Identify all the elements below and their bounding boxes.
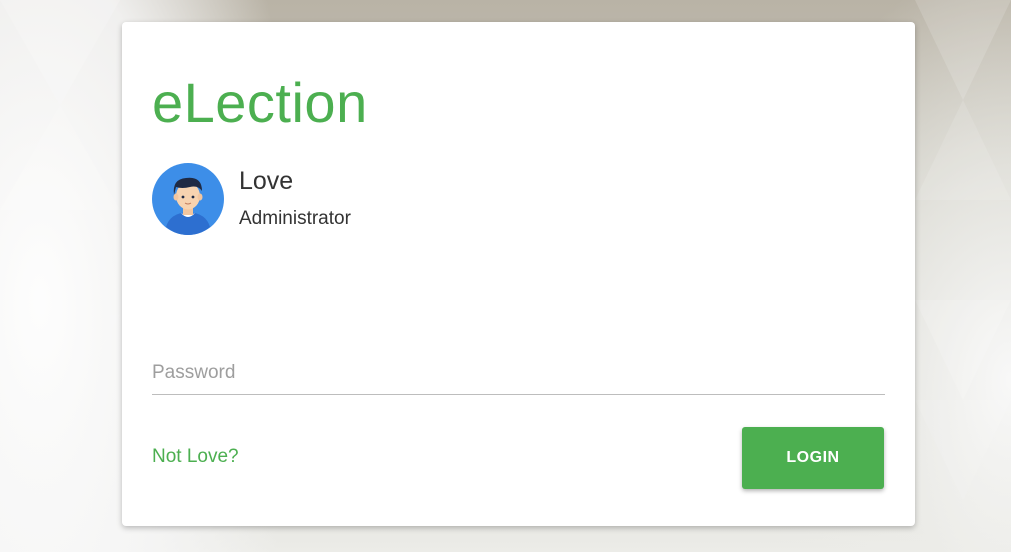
password-input[interactable] bbox=[152, 352, 885, 395]
user-avatar-icon bbox=[152, 163, 224, 235]
switch-user-link[interactable]: Not Love? bbox=[152, 446, 239, 468]
user-name: Love bbox=[239, 167, 294, 195]
user-role: Administrator bbox=[239, 208, 351, 229]
login-card: eLection Love Administrator Not Love? LO… bbox=[122, 22, 915, 526]
login-button[interactable]: LOGIN bbox=[742, 427, 884, 489]
app-title: eLection bbox=[152, 71, 368, 134]
